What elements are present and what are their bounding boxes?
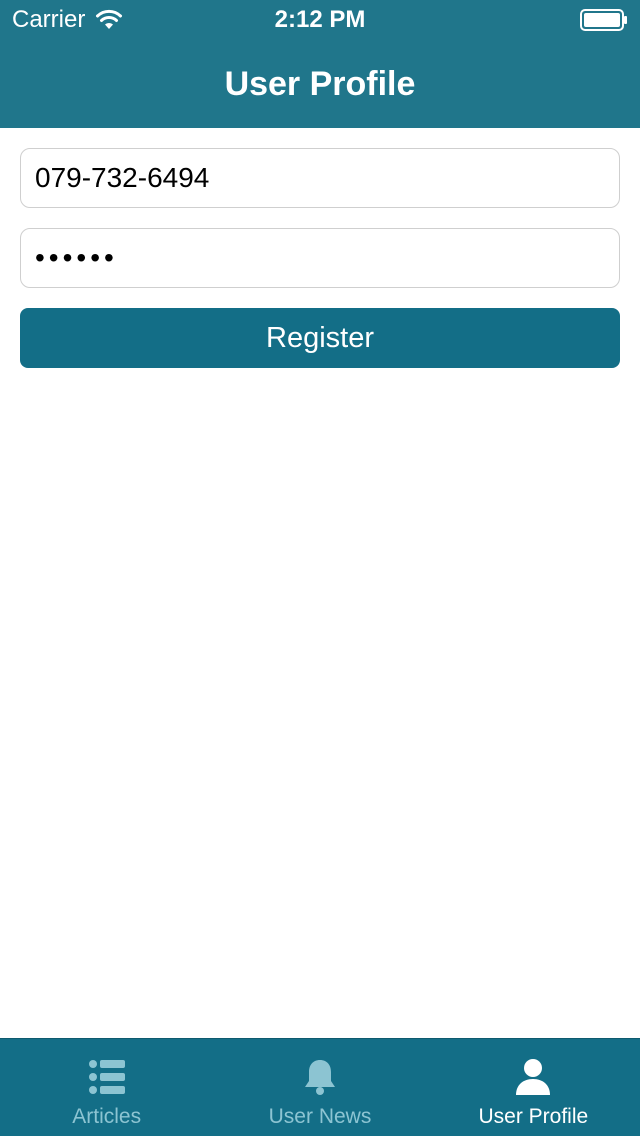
tab-bar: Articles User News User Profile [0, 1038, 640, 1136]
header: Carrier 2:12 PM User Profile [0, 0, 640, 128]
tab-user-news[interactable]: User News [213, 1039, 426, 1136]
bell-icon [304, 1060, 335, 1095]
page-title: User Profile [224, 65, 416, 103]
tab-user-profile[interactable]: User Profile [427, 1039, 640, 1136]
battery-icon [580, 9, 627, 31]
phone-field[interactable] [20, 148, 620, 208]
user-icon [516, 1059, 551, 1095]
status-time: 2:12 PM [274, 6, 366, 33]
password-field[interactable] [20, 228, 620, 288]
tab-articles[interactable]: Articles [0, 1039, 213, 1136]
screen: Carrier 2:12 PM User Profile Register [0, 0, 640, 1136]
list-icon [88, 1060, 125, 1094]
status-bar: Carrier 2:12 PM [0, 0, 640, 40]
register-button[interactable]: Register [20, 308, 620, 368]
tab-label-articles: Articles [72, 1105, 142, 1128]
tab-label-user-profile: User Profile [478, 1105, 589, 1128]
tab-label-user-news: User News [268, 1105, 372, 1128]
